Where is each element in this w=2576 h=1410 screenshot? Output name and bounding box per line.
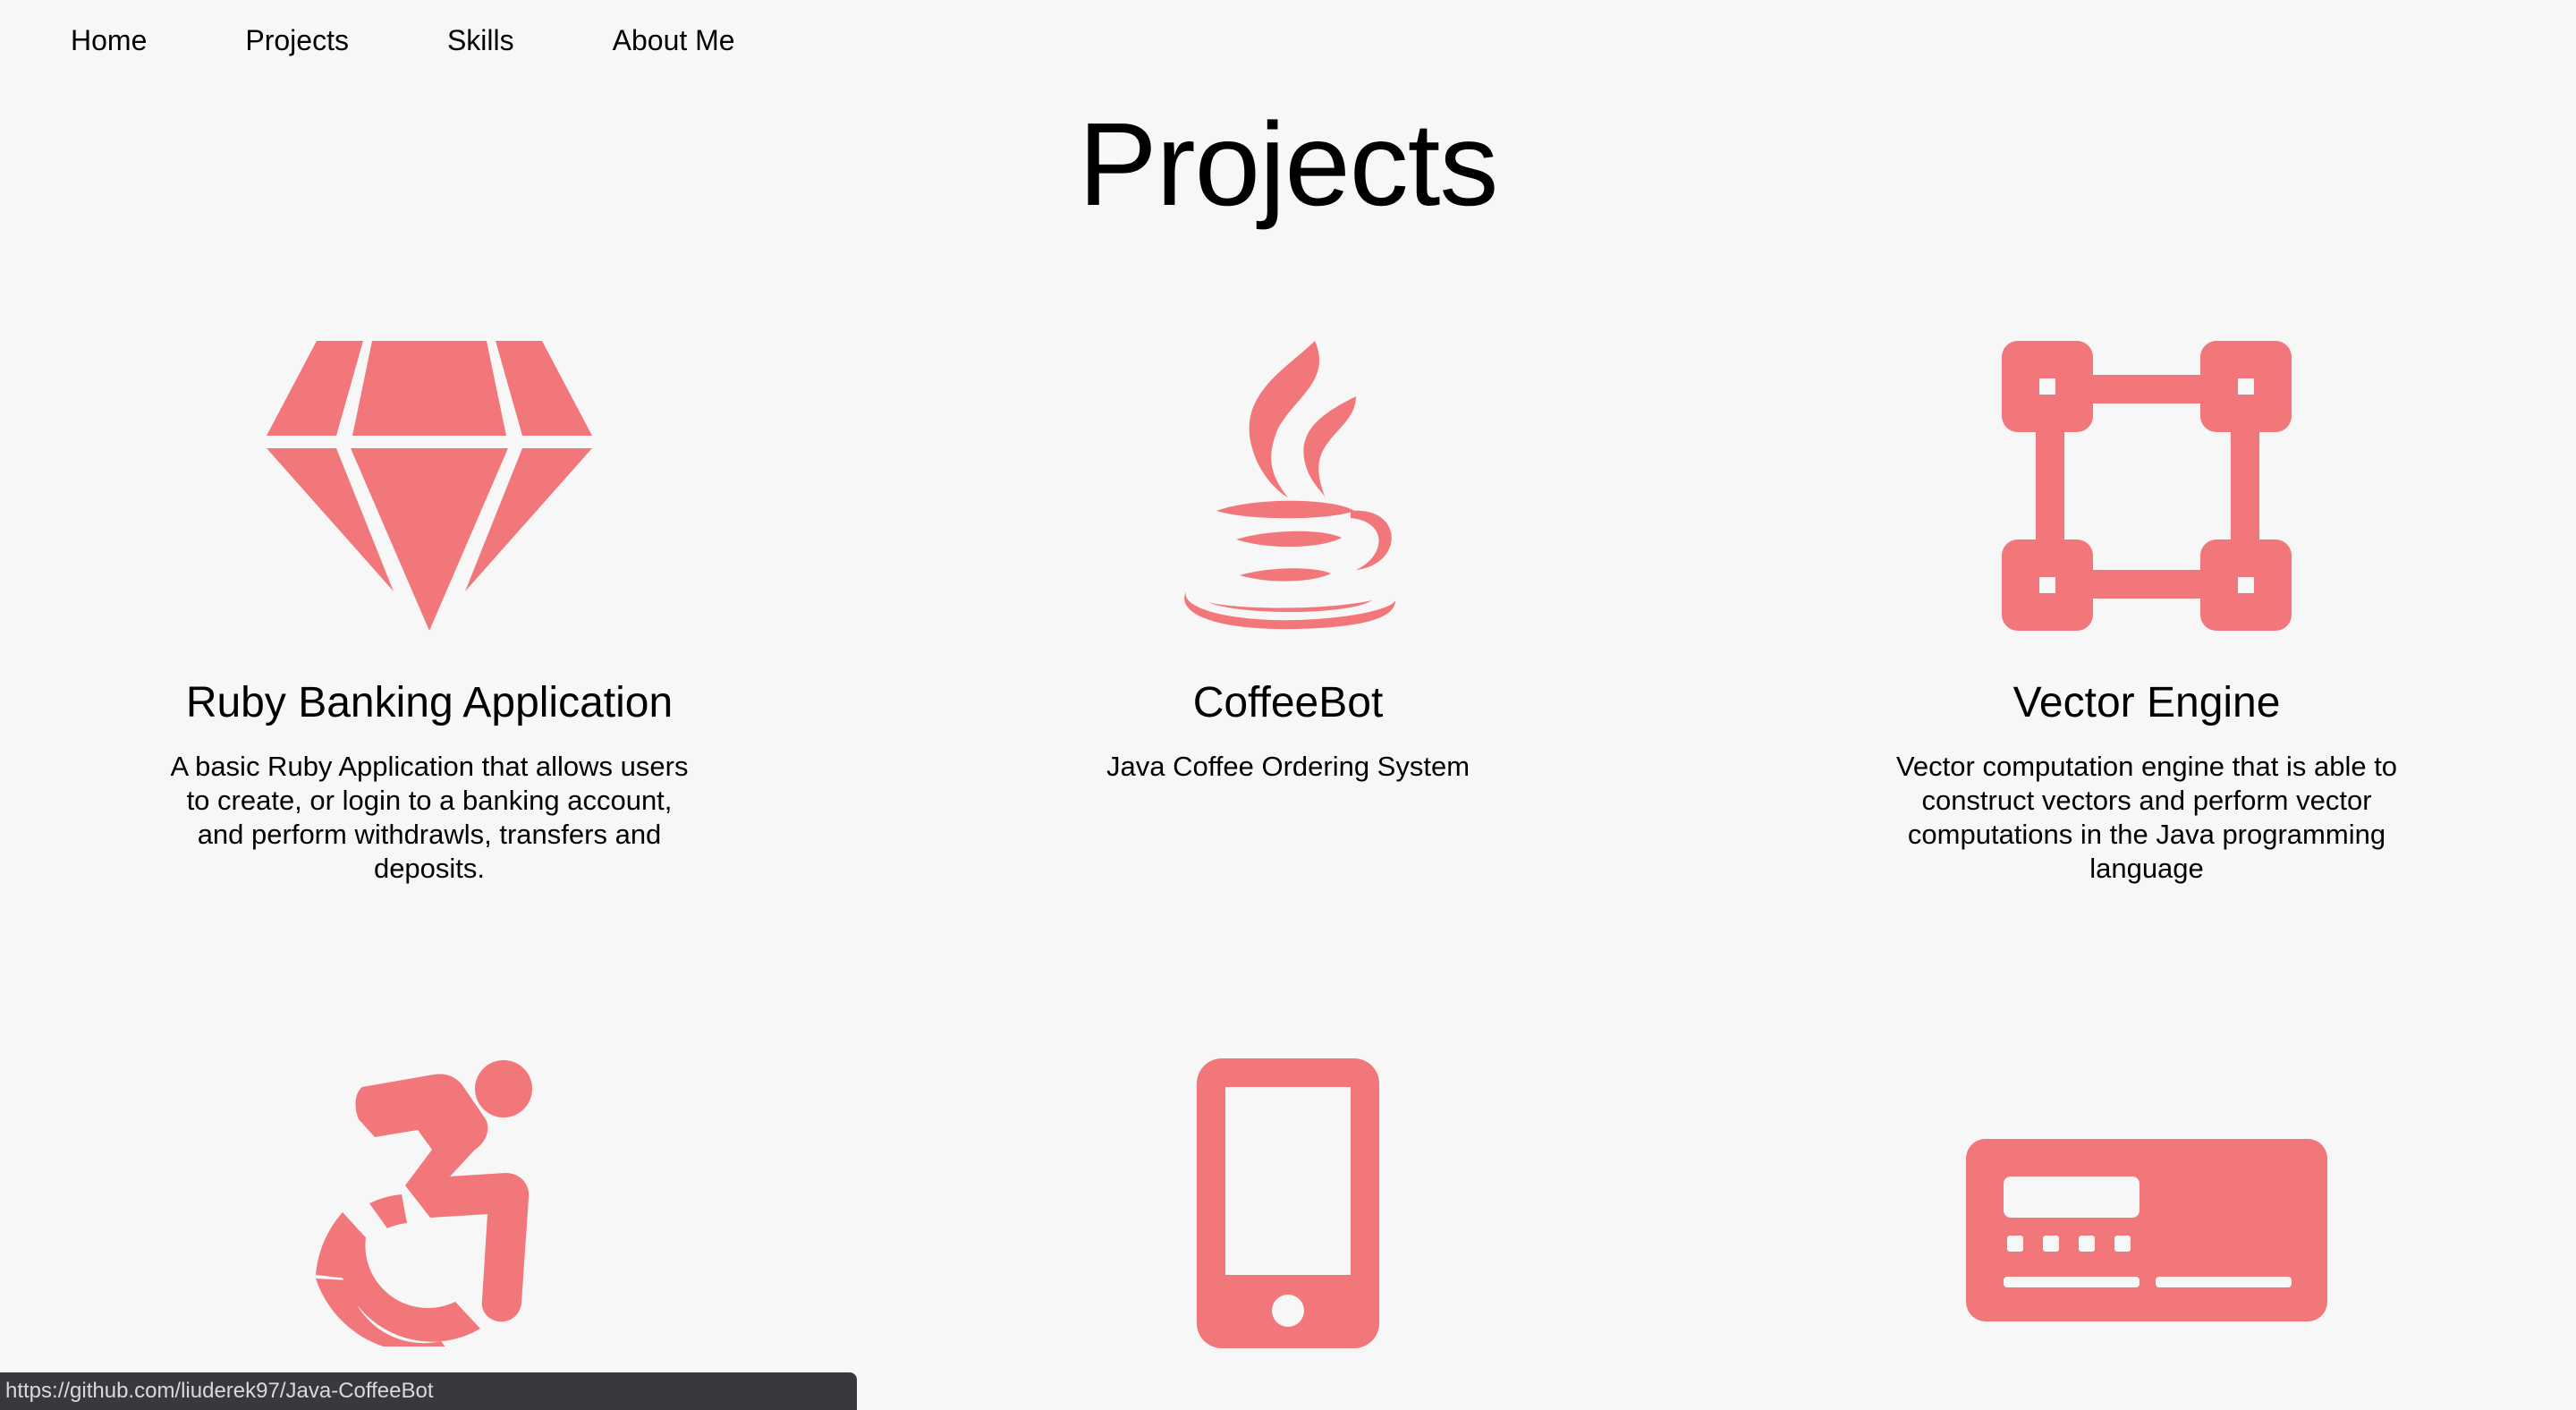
page-title: Projects (1078, 98, 1499, 230)
project-description: Vector computation engine that is able t… (1895, 751, 2398, 884)
mobile-phone-icon[interactable] (1002, 1056, 1574, 1351)
credit-card-icon[interactable] (1860, 1056, 2433, 1351)
project-card-coffeebot[interactable]: CoffeeBot Java Coffee Ordering System (1002, 338, 1574, 784)
page: Home Projects Skills About Me Projects R… (0, 0, 2576, 1410)
project-description: A basic Ruby Application that allows use… (170, 751, 689, 884)
project-card-vector-engine[interactable]: Vector Engine Vector computation engine … (1860, 338, 2433, 886)
project-card-ruby-banking[interactable]: Ruby Banking Application A basic Ruby Ap… (143, 338, 716, 886)
nav-home-link[interactable]: Home (71, 24, 147, 57)
project-card-mobile[interactable] (1002, 1056, 1574, 1394)
nav-projects-link[interactable]: Projects (245, 24, 349, 57)
status-bar-url: https://github.com/liuderek97/Java-Coffe… (0, 1372, 857, 1410)
accessible-icon[interactable] (143, 1056, 716, 1351)
project-title: Vector Engine (2012, 679, 2281, 726)
nav-about-link[interactable]: About Me (613, 24, 735, 57)
project-title: CoffeeBot (1192, 679, 1384, 726)
top-nav: Home Projects Skills About Me (71, 18, 834, 63)
nav-skills-link[interactable]: Skills (447, 24, 514, 57)
project-description: Java Coffee Ordering System (1106, 751, 1470, 782)
gem-icon[interactable] (143, 338, 716, 633)
project-card-accessible[interactable] (143, 1056, 716, 1394)
project-title: Ruby Banking Application (185, 679, 674, 726)
vector-square-icon[interactable] (1860, 338, 2433, 633)
java-coffee-icon[interactable] (1002, 338, 1574, 633)
project-card-credit-card[interactable] (1860, 1056, 2433, 1394)
